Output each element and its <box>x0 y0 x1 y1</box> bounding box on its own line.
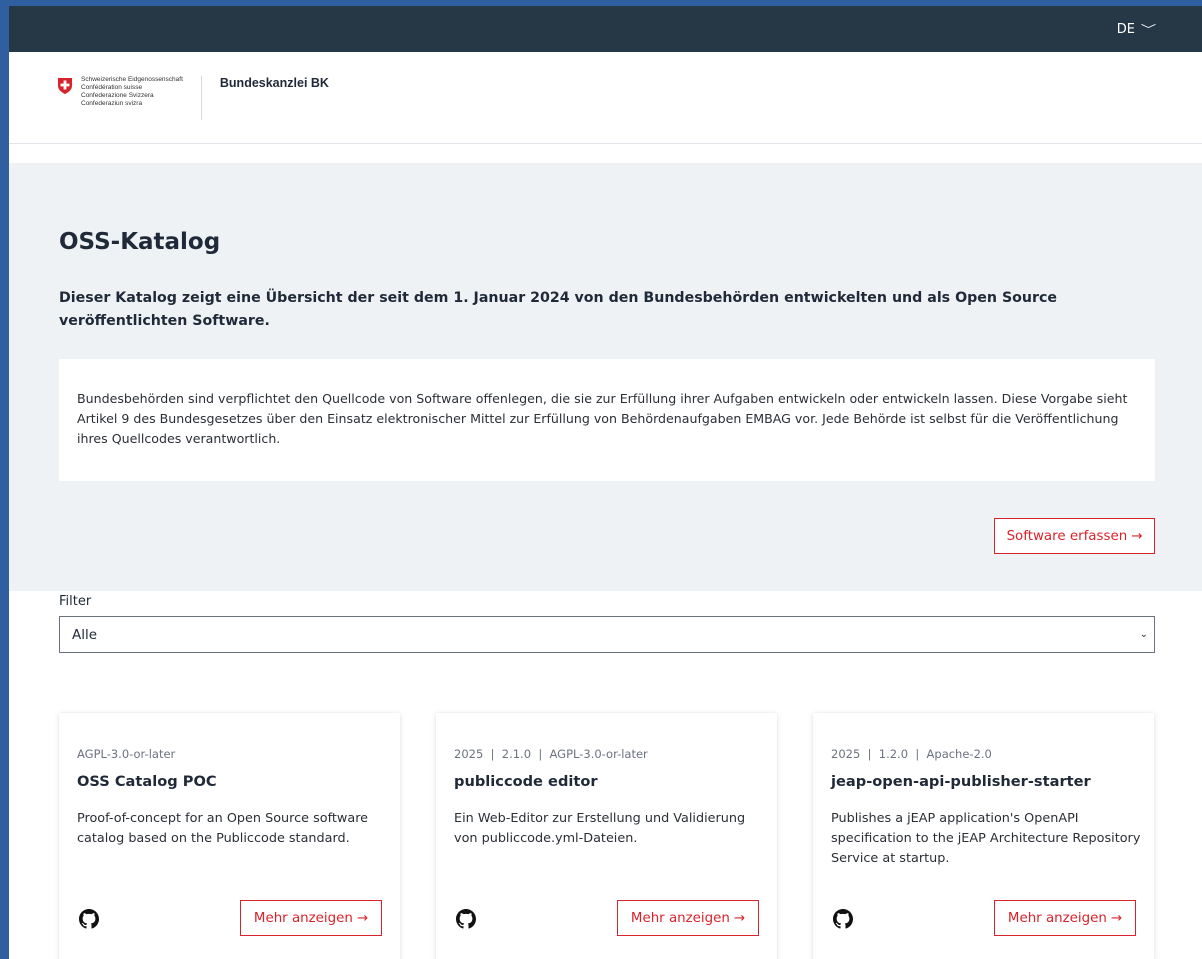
chevron-down-icon: ⌄ <box>1139 629 1148 640</box>
swiss-flag-icon <box>58 78 72 94</box>
arrow-right-icon: → <box>1110 910 1123 926</box>
register-software-label: Software erfassen <box>1006 528 1128 544</box>
more-button-label: Mehr anzeigen <box>630 910 730 926</box>
more-button[interactable]: Mehr anzeigen → <box>994 900 1136 936</box>
confederation-line-rm: Confederaziun svizra <box>81 100 143 107</box>
software-card: 2025 | 1.2.0 | Apache-2.0 jeap-open-api-… <box>813 713 1154 959</box>
arrow-right-icon: → <box>733 910 746 926</box>
card-meta: AGPL-3.0-or-later <box>77 747 176 761</box>
confederation-line-fr: Confédération suisse <box>81 84 143 91</box>
page-lead: Dieser Katalog zeigt eine Übersicht der … <box>59 290 1058 329</box>
confederation-line-it: Confederazione Svizzera <box>81 92 154 99</box>
github-icon[interactable] <box>79 909 99 929</box>
confederation-logo[interactable]: Schweizerische Eidgenossenschaft Confédé… <box>57 76 202 120</box>
card-description: Publishes a jEAP application's OpenAPI s… <box>831 811 1141 866</box>
card-title: jeap-open-api-publisher-starter <box>831 773 1091 790</box>
more-button-label: Mehr anzeigen <box>253 910 353 926</box>
filter-selected-value: Alle <box>72 626 98 643</box>
filter-label: Filter <box>59 594 92 609</box>
card-description: Ein Web-Editor zur Erstellung und Validi… <box>454 811 746 846</box>
arrow-right-icon: → <box>356 910 369 926</box>
arrow-right-icon: → <box>1131 528 1143 544</box>
info-text: Bundesbehörden sind verpflichtet den Que… <box>77 391 1128 446</box>
page-title: OSS-Katalog <box>59 229 221 255</box>
more-button-label: Mehr anzeigen <box>1007 910 1107 926</box>
department-name: Bundeskanzlei BK <box>219 76 329 90</box>
confederation-name: Schweizerische Eidgenossenschaft Confédé… <box>81 76 183 108</box>
register-software-button[interactable]: Software erfassen → <box>994 518 1155 554</box>
page: DE ﹀ Schweizerische Eidgenossenschaft Co… <box>9 6 1202 959</box>
filter-select[interactable]: Alle ⌄ <box>59 616 1155 653</box>
software-card: 2025 | 2.1.0 | AGPL-3.0-or-later publicc… <box>436 713 777 959</box>
github-icon[interactable] <box>456 909 476 929</box>
info-box: Bundesbehörden sind verpflichtet den Que… <box>59 359 1155 481</box>
confederation-line-de: Schweizerische Eidgenossenschaft <box>81 76 183 83</box>
top-bar: DE ﹀ <box>9 6 1202 52</box>
card-meta: 2025 | 2.1.0 | AGPL-3.0-or-later <box>454 747 648 761</box>
site-header: Schweizerische Eidgenossenschaft Confédé… <box>9 52 1202 144</box>
card-meta: 2025 | 1.2.0 | Apache-2.0 <box>831 747 992 761</box>
card-title: publiccode editor <box>454 773 598 790</box>
github-icon[interactable] <box>833 909 853 929</box>
software-card: AGPL-3.0-or-later OSS Catalog POC Proof-… <box>59 713 400 959</box>
language-selector[interactable]: DE ﹀ <box>1116 21 1157 37</box>
chevron-down-icon: ﹀ <box>1140 23 1157 36</box>
more-button[interactable]: Mehr anzeigen → <box>617 900 759 936</box>
hero-section: OSS-Katalog Dieser Katalog zeigt eine Üb… <box>9 163 1202 591</box>
card-title: OSS Catalog POC <box>77 773 217 790</box>
more-button[interactable]: Mehr anzeigen → <box>240 900 382 936</box>
language-label: DE <box>1116 21 1135 37</box>
card-description: Proof-of-concept for an Open Source soft… <box>77 811 369 846</box>
